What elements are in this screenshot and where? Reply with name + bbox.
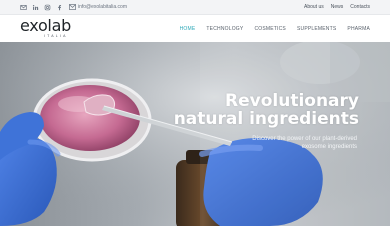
nav-cosmetics[interactable]: COSMETICS bbox=[254, 26, 286, 32]
contacts-link[interactable]: Contacts bbox=[350, 4, 370, 10]
nav-technology[interactable]: TECHNOLOGY bbox=[206, 26, 243, 32]
social-links bbox=[20, 4, 63, 11]
contact-email[interactable]: info@exolabitalia.com bbox=[69, 4, 127, 10]
mail-icon bbox=[69, 4, 76, 10]
hero-subtitle-line-2: exosome ingredients bbox=[301, 144, 357, 150]
contact-email-text: info@exolabitalia.com bbox=[78, 4, 127, 10]
nav-supplements[interactable]: SUPPLEMENTS bbox=[297, 26, 336, 32]
news-link[interactable]: News bbox=[331, 4, 344, 10]
facebook-icon[interactable] bbox=[56, 4, 63, 11]
logo-subtitle: ITALIA bbox=[44, 34, 68, 38]
below-hero-strip bbox=[0, 226, 390, 240]
main-nav: HOME TECHNOLOGY COSMETICS SUPPLEMENTS PH… bbox=[180, 26, 370, 32]
about-us-link[interactable]: About us bbox=[304, 4, 324, 10]
hero-banner: Revolutionary natural ingredients Discov… bbox=[0, 42, 390, 226]
hero-subtitle: Discover the power of our plant-derived … bbox=[197, 135, 357, 151]
main-header: exolab ITALIA HOME TECHNOLOGY COSMETICS … bbox=[0, 15, 390, 42]
hero-title-line-1: Revolutionary bbox=[225, 91, 359, 111]
envelope-icon[interactable] bbox=[20, 4, 27, 11]
top-utility-bar: info@exolabitalia.com About us News Cont… bbox=[0, 0, 390, 15]
hero-subtitle-line-1: Discover the power of our plant-derived bbox=[252, 136, 357, 142]
hero-lab-photo bbox=[0, 42, 390, 226]
nav-pharma[interactable]: PHARMA bbox=[347, 26, 370, 32]
nav-home[interactable]: HOME bbox=[180, 26, 196, 32]
hero-title: Revolutionary natural ingredients bbox=[159, 92, 359, 128]
linkedin-icon[interactable] bbox=[32, 4, 39, 11]
site-logo[interactable]: exolab ITALIA bbox=[20, 16, 71, 39]
hero-title-line-2: natural ingredients bbox=[173, 109, 359, 129]
instagram-icon[interactable] bbox=[44, 4, 51, 11]
top-links: About us News Contacts bbox=[304, 4, 370, 10]
logo-wordmark: exolab bbox=[20, 16, 71, 35]
